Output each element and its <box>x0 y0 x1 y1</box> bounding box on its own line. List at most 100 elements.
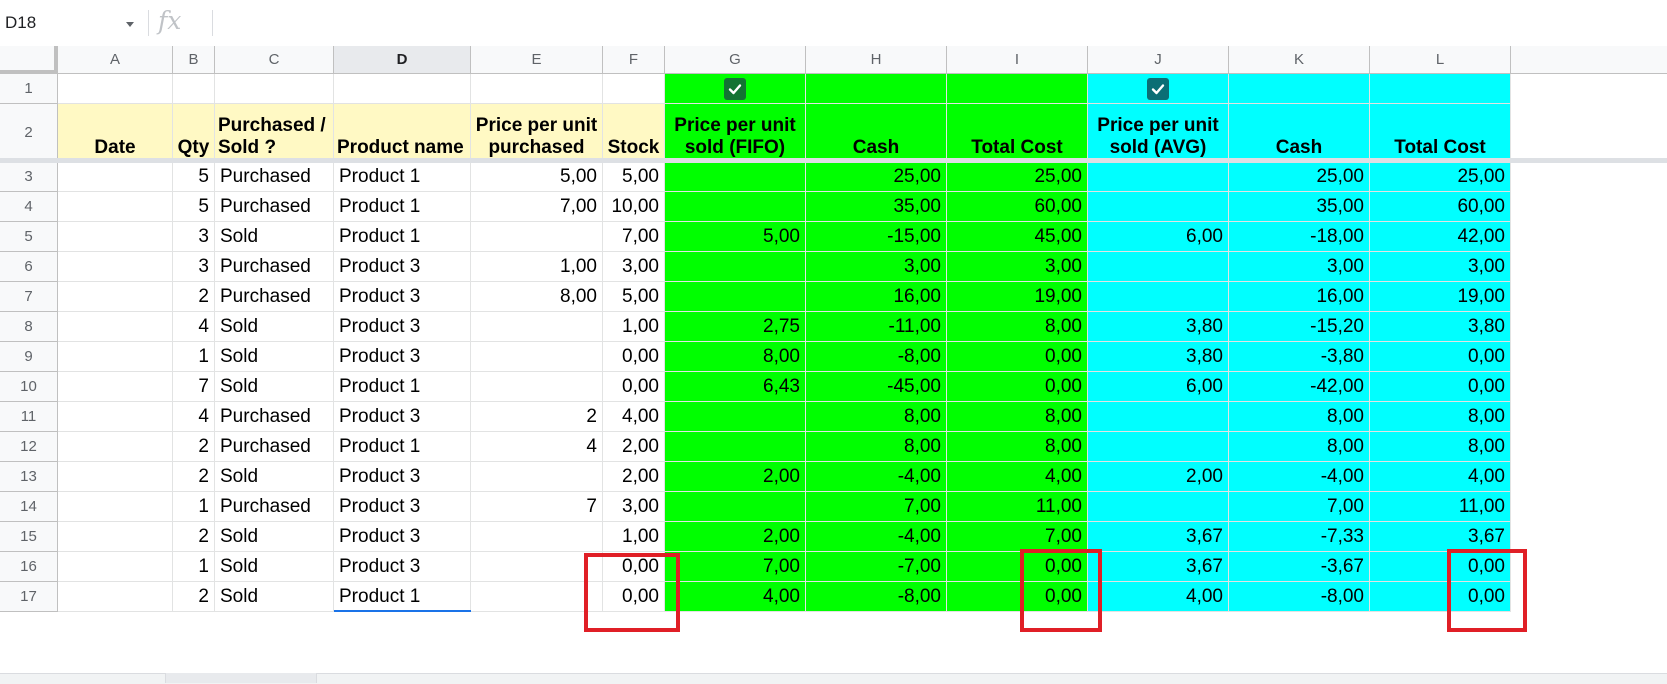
row-header-9[interactable]: 9 <box>0 342 58 372</box>
cell-B15[interactable]: 2 <box>173 522 215 552</box>
row-header-12[interactable]: 12 <box>0 432 58 462</box>
cell-L13[interactable]: 4,00 <box>1370 462 1511 492</box>
cell-G17[interactable]: 4,00 <box>665 582 806 612</box>
cell-J8[interactable]: 3,80 <box>1088 312 1229 342</box>
row-header-1[interactable]: 1 <box>0 74 58 104</box>
cell-A4[interactable] <box>58 192 173 222</box>
header-qty[interactable]: Qty <box>173 104 215 162</box>
cell-J6[interactable] <box>1088 252 1229 282</box>
row-header-5[interactable]: 5 <box>0 222 58 252</box>
cell-B16[interactable]: 1 <box>173 552 215 582</box>
cell-C8[interactable]: Sold <box>215 312 334 342</box>
cell-A13[interactable] <box>58 462 173 492</box>
cell-K3[interactable]: 25,00 <box>1229 162 1370 192</box>
cell-E6[interactable]: 1,00 <box>471 252 603 282</box>
header-price-avg[interactable]: Price per unit sold (AVG) <box>1088 104 1229 162</box>
cell-C16[interactable]: Sold <box>215 552 334 582</box>
cell-A14[interactable] <box>58 492 173 522</box>
cell-L6[interactable]: 3,00 <box>1370 252 1511 282</box>
cell-J16[interactable]: 3,67 <box>1088 552 1229 582</box>
header-date[interactable]: Date <box>58 104 173 162</box>
column-header-h[interactable]: H <box>806 46 947 74</box>
cell-C13[interactable]: Sold <box>215 462 334 492</box>
column-header-b[interactable]: B <box>173 46 215 74</box>
row-header-14[interactable]: 14 <box>0 492 58 522</box>
cell-H13[interactable]: -4,00 <box>806 462 947 492</box>
cell-C6[interactable]: Purchased <box>215 252 334 282</box>
cell-K7[interactable]: 16,00 <box>1229 282 1370 312</box>
cell-F1[interactable] <box>603 74 665 104</box>
cell-F14[interactable]: 3,00 <box>603 492 665 522</box>
cell-D7[interactable]: Product 3 <box>334 282 471 312</box>
cell-B11[interactable]: 4 <box>173 402 215 432</box>
cell-L11[interactable]: 8,00 <box>1370 402 1511 432</box>
column-header-i[interactable]: I <box>947 46 1088 74</box>
header-purchased-sold[interactable]: Purchased / Sold ? <box>215 104 334 162</box>
row-header-17[interactable]: 17 <box>0 582 58 612</box>
cell-H5[interactable]: -15,00 <box>806 222 947 252</box>
header-price-purchased[interactable]: Price per unit purchased <box>471 104 603 162</box>
cell-J9[interactable]: 3,80 <box>1088 342 1229 372</box>
cell-K16[interactable]: -3,67 <box>1229 552 1370 582</box>
cell-I6[interactable]: 3,00 <box>947 252 1088 282</box>
cell-F15[interactable]: 1,00 <box>603 522 665 552</box>
cell-B9[interactable]: 1 <box>173 342 215 372</box>
cell-I1[interactable] <box>947 74 1088 104</box>
cell-C1[interactable] <box>215 74 334 104</box>
header-price-fifo[interactable]: Price per unit sold (FIFO) <box>665 104 806 162</box>
cell-K8[interactable]: -15,20 <box>1229 312 1370 342</box>
cell-G5[interactable]: 5,00 <box>665 222 806 252</box>
cell-J15[interactable]: 3,67 <box>1088 522 1229 552</box>
cell-F13[interactable]: 2,00 <box>603 462 665 492</box>
cell-B10[interactable]: 7 <box>173 372 215 402</box>
cell-K14[interactable]: 7,00 <box>1229 492 1370 522</box>
row-header-7[interactable]: 7 <box>0 282 58 312</box>
cell-G11[interactable] <box>665 402 806 432</box>
cell-B13[interactable]: 2 <box>173 462 215 492</box>
column-header-k[interactable]: K <box>1229 46 1370 74</box>
cell-I7[interactable]: 19,00 <box>947 282 1088 312</box>
cell-L7[interactable]: 19,00 <box>1370 282 1511 312</box>
cell-C12[interactable]: Purchased <box>215 432 334 462</box>
cell-D4[interactable]: Product 1 <box>334 192 471 222</box>
cell-K6[interactable]: 3,00 <box>1229 252 1370 282</box>
cell-E13[interactable] <box>471 462 603 492</box>
cell-I15[interactable]: 7,00 <box>947 522 1088 552</box>
row-header-6[interactable]: 6 <box>0 252 58 282</box>
cell-D17[interactable]: Product 1 <box>334 582 471 612</box>
header-total-cost-avg[interactable]: Total Cost <box>1370 104 1511 162</box>
checkbox-avg[interactable] <box>1147 77 1169 100</box>
column-header-f[interactable]: F <box>603 46 665 74</box>
row-header-10[interactable]: 10 <box>0 372 58 402</box>
column-header-a[interactable]: A <box>58 46 173 74</box>
cell-L10[interactable]: 0,00 <box>1370 372 1511 402</box>
cell-H11[interactable]: 8,00 <box>806 402 947 432</box>
cell-H10[interactable]: -45,00 <box>806 372 947 402</box>
cell-K10[interactable]: -42,00 <box>1229 372 1370 402</box>
column-header-j[interactable]: J <box>1088 46 1229 74</box>
cell-I10[interactable]: 0,00 <box>947 372 1088 402</box>
cell-D13[interactable]: Product 3 <box>334 462 471 492</box>
cell-D12[interactable]: Product 1 <box>334 432 471 462</box>
cell-H8[interactable]: -11,00 <box>806 312 947 342</box>
cell-G9[interactable]: 8,00 <box>665 342 806 372</box>
cell-B4[interactable]: 5 <box>173 192 215 222</box>
cell-A3[interactable] <box>58 162 173 192</box>
cell-C5[interactable]: Sold <box>215 222 334 252</box>
cell-J5[interactable]: 6,00 <box>1088 222 1229 252</box>
cell-H1[interactable] <box>806 74 947 104</box>
cell-G4[interactable] <box>665 192 806 222</box>
cell-K5[interactable]: -18,00 <box>1229 222 1370 252</box>
cell-L12[interactable]: 8,00 <box>1370 432 1511 462</box>
cell-K17[interactable]: -8,00 <box>1229 582 1370 612</box>
cell-K13[interactable]: -4,00 <box>1229 462 1370 492</box>
cell-J4[interactable] <box>1088 192 1229 222</box>
cell-E11[interactable]: 2 <box>471 402 603 432</box>
row-header-8[interactable]: 8 <box>0 312 58 342</box>
cell-I5[interactable]: 45,00 <box>947 222 1088 252</box>
cell-B12[interactable]: 2 <box>173 432 215 462</box>
cell-K11[interactable]: 8,00 <box>1229 402 1370 432</box>
cell-L14[interactable]: 11,00 <box>1370 492 1511 522</box>
row-header-2[interactable]: 2 <box>0 104 58 162</box>
cell-F3[interactable]: 5,00 <box>603 162 665 192</box>
